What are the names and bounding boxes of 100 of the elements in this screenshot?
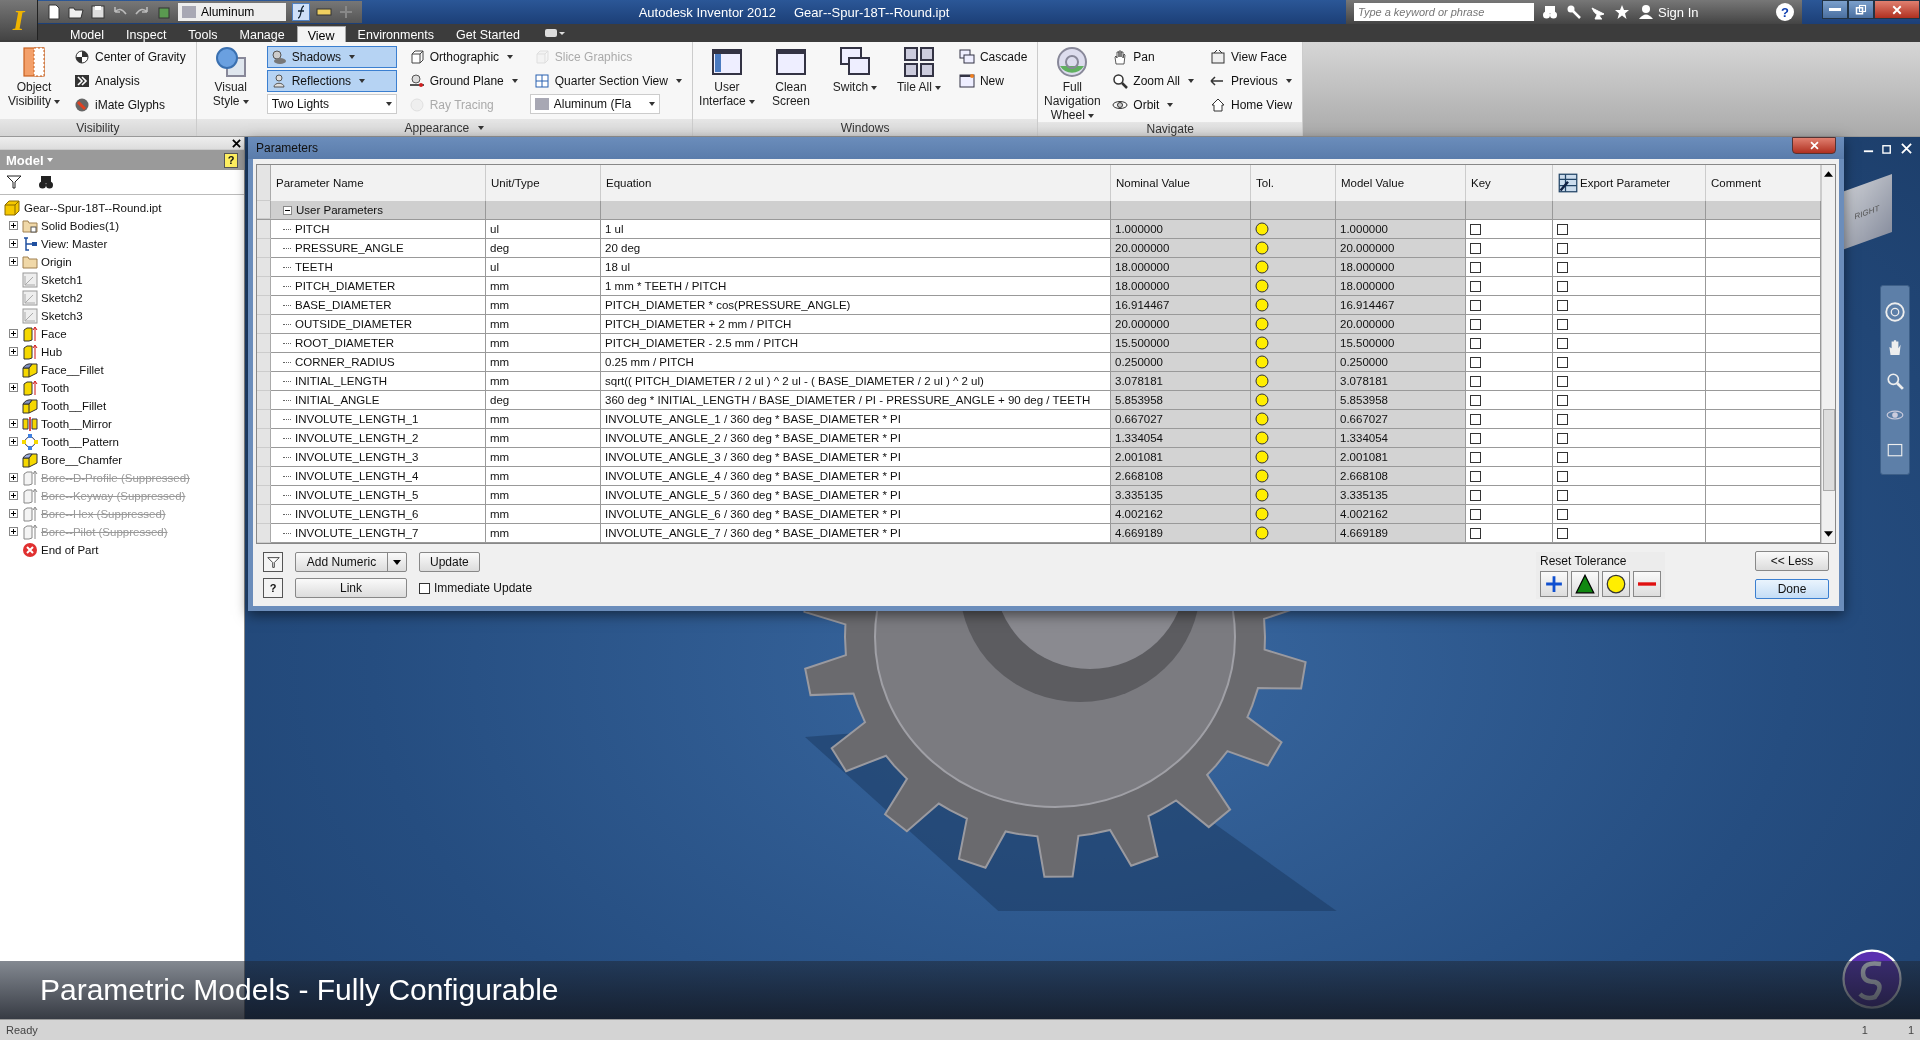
- ribbon-button[interactable]: Orbit: [1108, 94, 1198, 116]
- table-cell[interactable]: OUTSIDE_DIAMETER: [271, 315, 486, 334]
- table-cell[interactable]: TEETH: [271, 258, 486, 277]
- table-cell[interactable]: sqrt(( PITCH_DIAMETER / 2 ul ) ^ 2 ul - ( BASE_DIAMETER / 2 ul ) ^ 2 ul): [601, 372, 1111, 391]
- ribbon-tab[interactable]: Environments: [347, 26, 445, 42]
- ribbon-tab[interactable]: Inspect: [116, 26, 177, 42]
- checkbox[interactable]: [1557, 280, 1568, 292]
- table-cell[interactable]: mm: [486, 467, 601, 486]
- ribbon-button[interactable]: Visual Style: [202, 46, 259, 108]
- expand-icon[interactable]: [9, 419, 19, 429]
- checkbox[interactable]: [1557, 489, 1568, 501]
- column-header[interactable]: Equation: [601, 165, 1111, 201]
- checkbox[interactable]: [1470, 527, 1481, 539]
- tree-item[interactable]: Tooth__Mirror: [41, 418, 112, 430]
- checkbox[interactable]: [1557, 223, 1568, 235]
- collapse-ribbon-icon[interactable]: [544, 28, 566, 38]
- panel-title[interactable]: Windows: [692, 119, 1038, 136]
- ribbon-button[interactable]: Tile All: [890, 46, 947, 94]
- column-header[interactable]: Comment: [1706, 165, 1821, 201]
- checkbox[interactable]: [1557, 375, 1568, 387]
- link-button[interactable]: Link: [295, 578, 407, 598]
- tree-item[interactable]: End of Part: [41, 544, 99, 556]
- tolerance-icon[interactable]: [1255, 393, 1269, 407]
- table-cell[interactable]: deg: [486, 391, 601, 410]
- wheel-icon[interactable]: [1885, 302, 1905, 322]
- expand-icon[interactable]: [9, 473, 19, 483]
- table-cell[interactable]: deg: [486, 239, 601, 258]
- table-cell[interactable]: INVOLUTE_ANGLE_5 / 360 deg * BASE_DIAMETER * PI: [601, 486, 1111, 505]
- ribbon-tab[interactable]: View: [296, 26, 346, 42]
- checkbox[interactable]: [1470, 356, 1481, 368]
- table-cell[interactable]: mm: [486, 372, 601, 391]
- close-icon[interactable]: [232, 138, 241, 148]
- tree-item[interactable]: Origin: [41, 256, 72, 268]
- table-cell[interactable]: 20 deg: [601, 239, 1111, 258]
- expand-icon[interactable]: [9, 329, 19, 339]
- ribbon-button[interactable]: Cascade: [954, 46, 1032, 68]
- table-cell[interactable]: mm: [486, 448, 601, 467]
- table-cell[interactable]: mm: [486, 429, 601, 448]
- table-cell[interactable]: INITIAL_LENGTH: [271, 372, 486, 391]
- tolerance-icon[interactable]: [1255, 431, 1269, 445]
- help-button[interactable]: ?: [263, 578, 283, 598]
- table-cell[interactable]: INVOLUTE_ANGLE_2 / 360 deg * BASE_DIAMETER * PI: [601, 429, 1111, 448]
- table-cell[interactable]: PITCH_DIAMETER: [271, 277, 486, 296]
- document-icon[interactable]: [46, 4, 62, 20]
- tolerance-icon[interactable]: [1255, 374, 1269, 388]
- expand-icon[interactable]: [9, 509, 19, 519]
- checkbox[interactable]: [1557, 261, 1568, 273]
- checkbox[interactable]: [1470, 280, 1481, 292]
- median-tolerance-button[interactable]: [1571, 570, 1599, 597]
- checkbox[interactable]: [419, 582, 430, 594]
- column-header[interactable]: Nominal Value: [1111, 165, 1251, 201]
- ribbon-button[interactable]: Home View: [1206, 94, 1297, 116]
- column-header[interactable]: Parameter Name: [271, 165, 486, 201]
- tree-item[interactable]: Tooth__Fillet: [41, 400, 107, 412]
- column-header[interactable]: Model Value: [1336, 165, 1466, 201]
- table-cell[interactable]: 18 ul: [601, 258, 1111, 277]
- done-button[interactable]: Done: [1755, 579, 1829, 599]
- tolerance-icon[interactable]: [1255, 317, 1269, 331]
- filter-icon[interactable]: [6, 174, 22, 190]
- checkbox[interactable]: [1470, 413, 1481, 425]
- ribbon-button[interactable]: New: [954, 70, 1032, 92]
- ribbon-button[interactable]: Orthographic: [404, 46, 522, 68]
- table-cell[interactable]: INVOLUTE_LENGTH_3: [271, 448, 486, 467]
- ribbon-button[interactable]: Full Navigation Wheel: [1044, 46, 1101, 122]
- table-cell[interactable]: INITIAL_ANGLE: [271, 391, 486, 410]
- expand-icon[interactable]: [9, 221, 19, 231]
- tree-item[interactable]: Sketch3: [41, 310, 83, 322]
- table-cell[interactable]: mm: [486, 524, 601, 543]
- ribbon-button[interactable]: Shadows: [266, 46, 397, 68]
- ribbon-button[interactable]: Analysis: [70, 70, 190, 92]
- checkbox[interactable]: [1557, 242, 1568, 254]
- checkbox[interactable]: [1470, 337, 1481, 349]
- restore-icon[interactable]: [1882, 143, 1893, 154]
- table-cell[interactable]: mm: [486, 315, 601, 334]
- nominal-tolerance-button[interactable]: [1602, 570, 1630, 597]
- table-cell[interactable]: INVOLUTE_LENGTH_7: [271, 524, 486, 543]
- table-cell[interactable]: INVOLUTE_ANGLE_1 / 360 deg * BASE_DIAMETER * PI: [601, 410, 1111, 429]
- ribbon-button[interactable]: Ground Plane: [404, 70, 522, 92]
- expand-icon[interactable]: [9, 239, 19, 249]
- search-field[interactable]: Type a keyword or phrase: [1354, 3, 1534, 21]
- checkbox[interactable]: [1557, 356, 1568, 368]
- ribbon-dropdown[interactable]: Aluminum (Fla: [529, 94, 660, 114]
- table-cell[interactable]: ul: [486, 220, 601, 239]
- collapse-icon[interactable]: [283, 205, 292, 215]
- checkbox[interactable]: [1557, 508, 1568, 520]
- ribbon-button[interactable]: Clean Screen: [762, 46, 819, 108]
- column-header[interactable]: Export Parameter: [1553, 165, 1706, 201]
- minimize-button[interactable]: [1822, 0, 1848, 19]
- table-cell[interactable]: mm: [486, 410, 601, 429]
- sign-in-button[interactable]: Sign In: [1638, 4, 1768, 20]
- table-cell[interactable]: PITCH: [271, 220, 486, 239]
- checkbox[interactable]: [1557, 470, 1568, 482]
- hand-icon[interactable]: [1886, 338, 1904, 356]
- add-numeric-button[interactable]: Add Numeric: [295, 552, 407, 572]
- table-cell[interactable]: ul: [486, 258, 601, 277]
- tree-item[interactable]: Sketch1: [41, 274, 83, 286]
- tolerance-icon[interactable]: [1255, 336, 1269, 350]
- table-cell[interactable]: BASE_DIAMETER: [271, 296, 486, 315]
- update-button[interactable]: Update: [419, 552, 480, 572]
- table-cell[interactable]: 1 ul: [601, 220, 1111, 239]
